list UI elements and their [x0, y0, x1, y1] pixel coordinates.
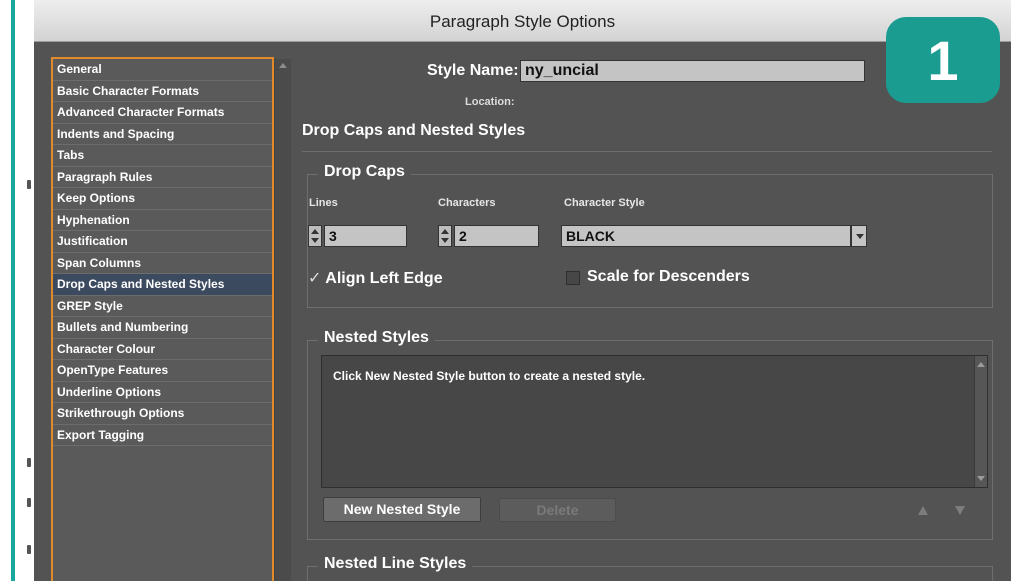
chevron-down-icon: [856, 234, 864, 239]
lines-input[interactable]: 3: [324, 225, 407, 247]
scroll-up-icon[interactable]: [977, 362, 985, 367]
dialog-title: Paragraph Style Options: [34, 0, 1011, 42]
category-item[interactable]: Strikethrough Options: [53, 403, 272, 425]
location-label: Location:: [465, 96, 515, 108]
paragraph-style-options-dialog: Paragraph Style Options General Basic Cha…: [34, 0, 1011, 581]
nested-styles-title: Nested Styles: [318, 329, 435, 347]
category-item[interactable]: Advanced Character Formats: [53, 102, 272, 124]
nested-styles-list[interactable]: Click New Nested Style button to create …: [321, 355, 988, 488]
style-name-label: Style Name:: [427, 62, 519, 79]
category-item[interactable]: OpenType Features: [53, 360, 272, 382]
nested-line-styles-group: Nested Line Styles: [307, 555, 993, 581]
scroll-up-icon[interactable]: [279, 63, 287, 68]
step-number-badge: 1: [886, 17, 1000, 103]
accent-bar: [11, 0, 15, 581]
edge-mark: [27, 498, 31, 507]
page-margin: [0, 0, 34, 581]
nested-styles-scrollbar[interactable]: [974, 356, 987, 487]
lines-label: Lines: [309, 197, 338, 209]
category-item[interactable]: Keep Options: [53, 188, 272, 210]
category-item[interactable]: Hyphenation: [53, 210, 272, 231]
scale-for-descenders-checkbox[interactable]: [566, 271, 580, 285]
category-item[interactable]: Export Tagging: [53, 425, 272, 446]
stepper-up-icon[interactable]: [311, 229, 319, 234]
align-left-edge-label: Align Left Edge: [325, 270, 443, 287]
category-item[interactable]: Tabs: [53, 145, 272, 167]
section-title: Drop Caps and Nested Styles: [302, 122, 526, 139]
lines-stepper[interactable]: [308, 225, 322, 247]
category-item[interactable]: General: [53, 59, 272, 81]
edge-mark: [27, 458, 31, 467]
category-item[interactable]: Character Colour: [53, 339, 272, 360]
category-item[interactable]: Basic Character Formats: [53, 81, 272, 102]
character-style-dropdown-button[interactable]: [851, 225, 867, 247]
style-name-input[interactable]: ny_uncial: [520, 60, 865, 82]
category-item[interactable]: Paragraph Rules: [53, 167, 272, 188]
edge-mark: [27, 180, 31, 189]
characters-label: Characters: [438, 197, 496, 209]
characters-input[interactable]: 2: [454, 225, 539, 247]
stepper-down-icon[interactable]: [311, 238, 319, 243]
category-item[interactable]: Indents and Spacing: [53, 124, 272, 145]
character-style-select[interactable]: BLACK: [561, 225, 851, 247]
nested-styles-empty-message: Click New Nested Style button to create …: [333, 369, 646, 383]
scroll-down-icon[interactable]: [977, 476, 985, 481]
category-item[interactable]: Span Columns: [53, 253, 272, 274]
category-item[interactable]: Justification: [53, 231, 272, 253]
move-up-icon[interactable]: [918, 506, 928, 515]
category-list: General Basic Character Formats Advanced C…: [51, 57, 274, 581]
category-item[interactable]: Drop Caps and Nested Styles: [53, 274, 272, 296]
category-item[interactable]: GREP Style: [53, 296, 272, 317]
move-down-icon[interactable]: [955, 506, 965, 515]
scale-for-descenders-label: Scale for Descenders: [587, 268, 750, 285]
nested-line-styles-title: Nested Line Styles: [318, 555, 473, 573]
character-style-label: Character Style: [564, 197, 645, 209]
new-nested-style-button[interactable]: New Nested Style: [323, 497, 481, 522]
edge-mark: [27, 545, 31, 554]
characters-stepper[interactable]: [438, 225, 452, 247]
stepper-down-icon[interactable]: [441, 238, 449, 243]
category-item[interactable]: Bullets and Numbering: [53, 317, 272, 339]
delete-button[interactable]: Delete: [499, 498, 616, 522]
checkmark-icon: ✓: [308, 270, 322, 287]
category-item[interactable]: Underline Options: [53, 382, 272, 403]
category-scrollbar[interactable]: [274, 59, 291, 581]
align-left-edge-checkbox[interactable]: ✓ Align Left Edge: [308, 268, 443, 288]
stepper-up-icon[interactable]: [441, 229, 449, 234]
section-divider: [302, 151, 992, 152]
drop-caps-title: Drop Caps: [318, 163, 411, 181]
